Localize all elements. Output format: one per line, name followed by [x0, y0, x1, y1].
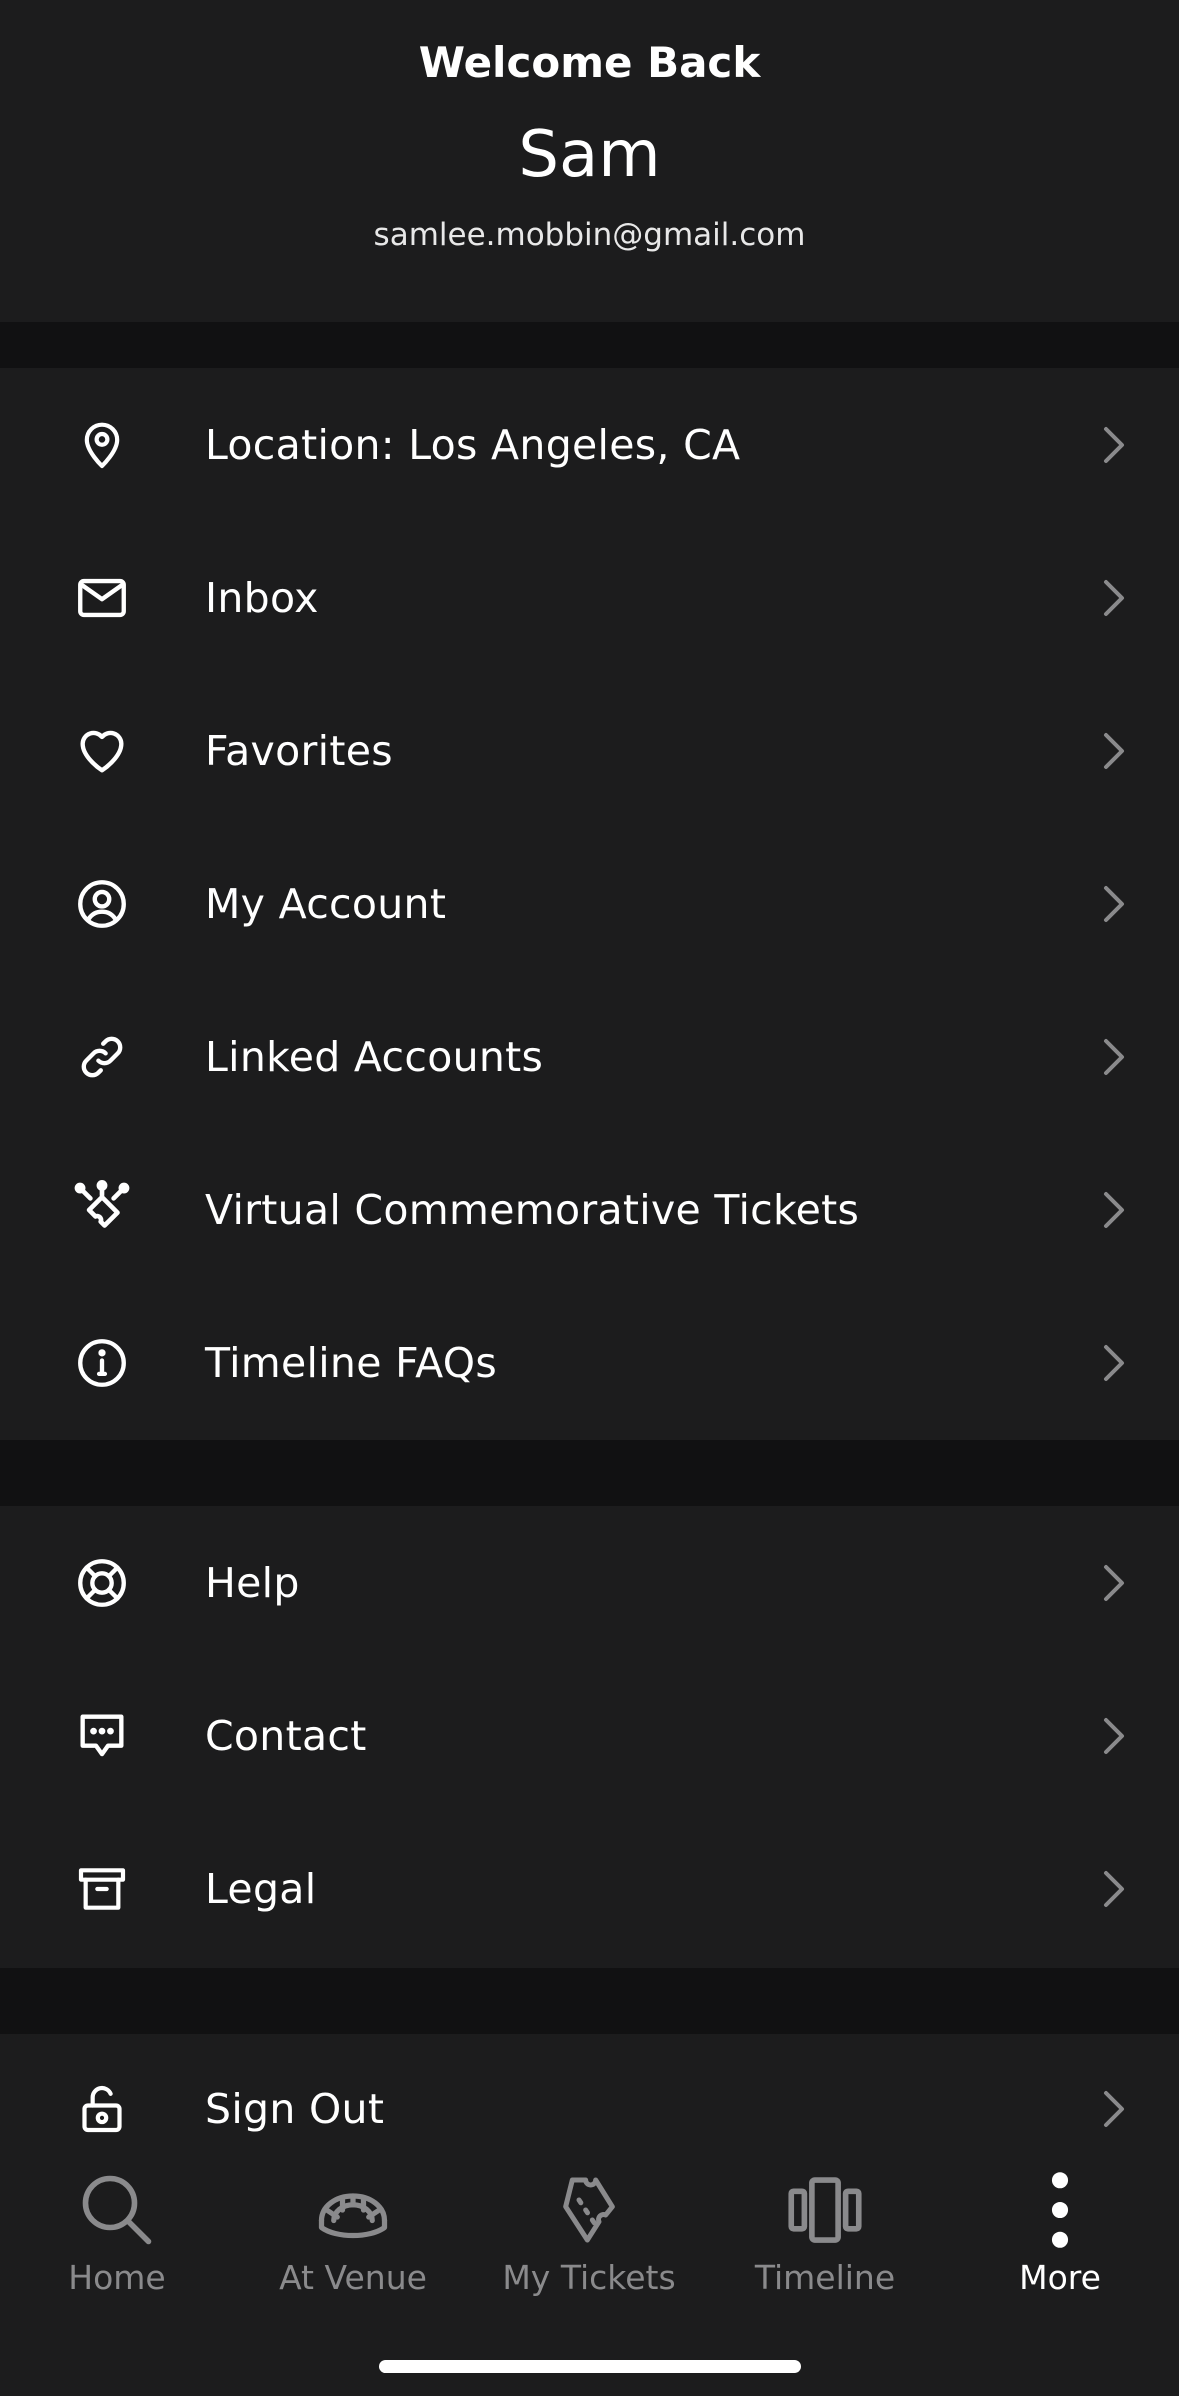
more-vertical-icon: [1015, 2165, 1105, 2255]
stadium-icon: [308, 2165, 398, 2255]
tab-at-venue[interactable]: At Venue: [243, 2150, 463, 2300]
menu-item-location[interactable]: Location: Los Angeles, CA: [0, 368, 1179, 521]
search-icon: [72, 2165, 162, 2255]
user-circle-icon: [66, 868, 138, 940]
menu-item-virtual-tickets[interactable]: Virtual Commemorative Tickets: [0, 1133, 1179, 1286]
menu-item-label: Linked Accounts: [205, 1032, 544, 1081]
menu-section-account: Sign Out: [0, 2034, 1179, 2150]
chat-bubble-icon: [66, 1700, 138, 1772]
tab-label: At Venue: [279, 2258, 427, 2297]
menu-item-my-account[interactable]: My Account: [0, 827, 1179, 980]
tab-label: My Tickets: [502, 2258, 676, 2297]
menu-item-label: My Account: [205, 879, 447, 928]
menu-section-support: Help Contact Legal: [0, 1506, 1179, 1968]
chevron-right-icon: [1096, 1868, 1132, 1910]
carousel-icon: [780, 2165, 870, 2255]
unlock-icon: [66, 2073, 138, 2145]
tab-label: Home: [68, 2258, 166, 2297]
chevron-right-icon: [1096, 577, 1132, 619]
envelope-icon: [66, 562, 138, 634]
menu-item-legal[interactable]: Legal: [0, 1812, 1179, 1965]
tab-label: More: [1019, 2258, 1101, 2297]
menu-item-label: Sign Out: [205, 2085, 385, 2133]
heart-icon: [66, 715, 138, 787]
chevron-right-icon: [1096, 1036, 1132, 1078]
tab-more[interactable]: More: [950, 2150, 1170, 2300]
tab-home[interactable]: Home: [7, 2150, 227, 2300]
menu-item-label: Timeline FAQs: [205, 1338, 498, 1387]
chevron-right-icon: [1096, 1342, 1132, 1384]
user-email: samlee.mobbin@gmail.com: [373, 217, 806, 253]
chevron-right-icon: [1096, 1562, 1132, 1604]
menu-item-label: Help: [205, 1558, 300, 1607]
menu-item-favorites[interactable]: Favorites: [0, 674, 1179, 827]
home-indicator[interactable]: [379, 2360, 801, 2373]
section-divider: [0, 1440, 1179, 1506]
welcome-title: Welcome Back: [418, 38, 761, 87]
chevron-right-icon: [1096, 1189, 1132, 1231]
menu-item-inbox[interactable]: Inbox: [0, 521, 1179, 674]
menu-item-label: Virtual Commemorative Tickets: [205, 1185, 860, 1234]
tab-label: Timeline: [754, 2258, 896, 2297]
chevron-right-icon: [1096, 2088, 1132, 2130]
lifebuoy-icon: [66, 1547, 138, 1619]
menu-item-help[interactable]: Help: [0, 1506, 1179, 1659]
archive-box-icon: [66, 1853, 138, 1925]
menu-item-label: Inbox: [205, 573, 319, 622]
menu-item-label: Legal: [205, 1864, 317, 1913]
chevron-right-icon: [1096, 424, 1132, 466]
location-pin-icon: [66, 409, 138, 481]
chevron-right-icon: [1096, 730, 1132, 772]
chevron-right-icon: [1096, 1715, 1132, 1757]
menu-item-timeline-faqs[interactable]: Timeline FAQs: [0, 1286, 1179, 1439]
section-divider: [0, 322, 1179, 368]
menu-item-contact[interactable]: Contact: [0, 1659, 1179, 1812]
link-icon: [66, 1021, 138, 1093]
ticket-icon: [544, 2165, 634, 2255]
menu-item-linked-accounts[interactable]: Linked Accounts: [0, 980, 1179, 1133]
info-icon: [66, 1327, 138, 1399]
user-name: Sam: [518, 118, 661, 192]
tab-my-tickets[interactable]: My Tickets: [479, 2150, 699, 2300]
chevron-right-icon: [1096, 883, 1132, 925]
menu-section-primary: Location: Los Angeles, CA Inbox Favorite…: [0, 368, 1179, 1440]
menu-item-label: Favorites: [205, 726, 393, 775]
tab-timeline[interactable]: Timeline: [715, 2150, 935, 2300]
menu-item-label: Contact: [205, 1711, 367, 1760]
profile-header: Welcome Back Sam samlee.mobbin@gmail.com: [0, 0, 1179, 322]
menu-item-label: Location: Los Angeles, CA: [205, 420, 741, 469]
section-divider: [0, 1968, 1179, 2034]
sparkle-ticket-icon: [66, 1174, 138, 1246]
